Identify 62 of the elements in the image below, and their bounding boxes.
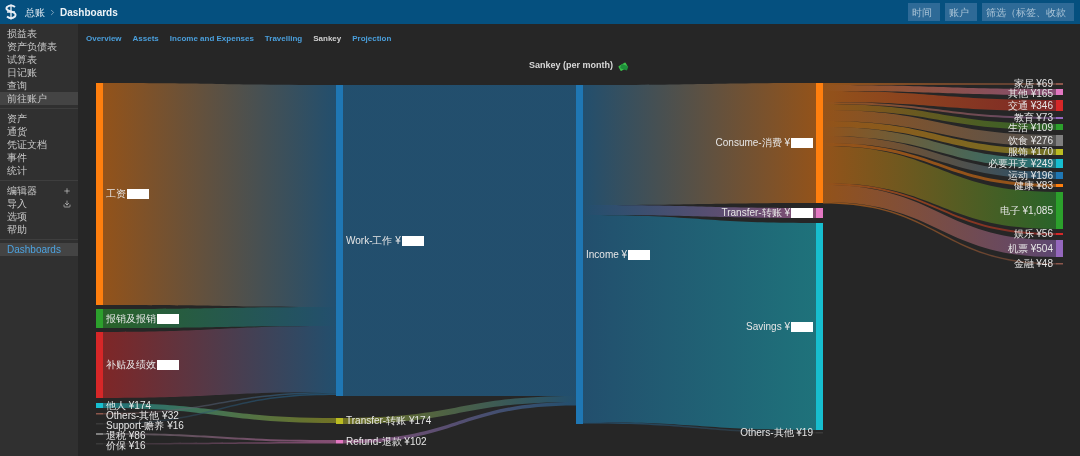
filter-field[interactable]: 账户: [945, 3, 977, 21]
node-label: 补贴及绩效: [106, 360, 156, 370]
sidebar-item[interactable]: Dashboards: [0, 243, 78, 256]
filter-field[interactable]: 筛选（标签、收款: [982, 3, 1074, 21]
node-label: 家居 ¥69: [1013, 79, 1053, 89]
node-label: 工资: [106, 189, 126, 199]
node-label: Consume-消费 ¥: [715, 138, 790, 148]
dashboard-tab[interactable]: Sankey: [313, 33, 342, 45]
node-label: 退税 ¥86: [106, 430, 146, 441]
node-label: 健康 ¥83: [1013, 180, 1053, 191]
dashboard-tab[interactable]: Overview: [86, 33, 122, 45]
dashboard-tab[interactable]: Income and Expenses: [169, 33, 254, 45]
sidebar-item[interactable]: 资产负债表: [0, 40, 78, 53]
money-icon: [618, 60, 629, 72]
filter-field[interactable]: 时间: [908, 3, 940, 21]
sidebar-item[interactable]: 统计: [0, 164, 78, 177]
node-label: Savings ¥: [746, 321, 790, 332]
sidebar-item[interactable]: 帮助: [0, 223, 78, 236]
sidebar-item[interactable]: 损益表: [0, 27, 78, 40]
node-label: Work-工作 ¥: [346, 235, 401, 246]
breadcrumb: Dashboards: [60, 5, 118, 20]
node-label: Others-其他 ¥32: [106, 410, 179, 421]
chart-title: Sankey (per month): [529, 59, 613, 73]
sidebar-item[interactable]: 编辑器: [0, 184, 78, 197]
node-label: 金融 ¥48: [1013, 258, 1053, 269]
node-label: 服饰 ¥170: [1007, 147, 1053, 157]
node-label: Support-赡养 ¥16: [106, 420, 184, 431]
chevron-right-icon: [48, 7, 57, 17]
sidebar-item[interactable]: 试算表: [0, 53, 78, 66]
logo-icon: [4, 4, 18, 20]
node-label: 饮食 ¥276: [1007, 135, 1053, 146]
node-label: 娱乐 ¥56: [1013, 229, 1053, 239]
node-label: Transfer-转账 ¥: [721, 208, 790, 218]
node-label: 电子 ¥1,085: [999, 205, 1053, 216]
sidebar-item[interactable]: 前往账户: [0, 92, 78, 105]
sidebar-item[interactable]: 事件: [0, 151, 78, 164]
node-label: Income ¥: [586, 249, 628, 260]
sidebar-item[interactable]: 查询: [0, 79, 78, 92]
sidebar-item[interactable]: 通货: [0, 125, 78, 138]
dashboard-tab[interactable]: Projection: [352, 33, 392, 45]
dashboard-tab[interactable]: Travelling: [264, 33, 303, 45]
add-icon[interactable]: [63, 186, 71, 195]
dashboard-tab[interactable]: Assets: [132, 33, 159, 45]
sidebar-item[interactable]: 资产: [0, 112, 78, 125]
node-label: 运动 ¥196: [1007, 170, 1053, 181]
node-label: 价保 ¥16: [106, 440, 146, 451]
node-label: 交通 ¥346: [1007, 100, 1053, 111]
sidebar-item[interactable]: 凭证文档: [0, 138, 78, 151]
download-icon[interactable]: [63, 199, 71, 208]
sidebar-item[interactable]: 日记账: [0, 66, 78, 79]
node-label: Transfer-转账 ¥174: [346, 416, 432, 426]
node-label: 教育 ¥73: [1013, 113, 1053, 123]
node-label: 机票 ¥504: [1007, 243, 1053, 254]
sidebar-item[interactable]: 选项: [0, 210, 78, 223]
node-label: 生活 ¥109: [1007, 123, 1053, 133]
node-label: 报销及报销: [106, 313, 156, 324]
node-label: 他人 ¥174: [106, 400, 152, 411]
app-title[interactable]: 总账: [25, 4, 45, 20]
node-label: 必要开支 ¥249: [987, 158, 1053, 169]
node-label: Others-其他 ¥19: [740, 427, 813, 438]
node-label: Refund-退款 ¥102: [346, 436, 427, 447]
sidebar-item[interactable]: 导入: [0, 197, 78, 210]
